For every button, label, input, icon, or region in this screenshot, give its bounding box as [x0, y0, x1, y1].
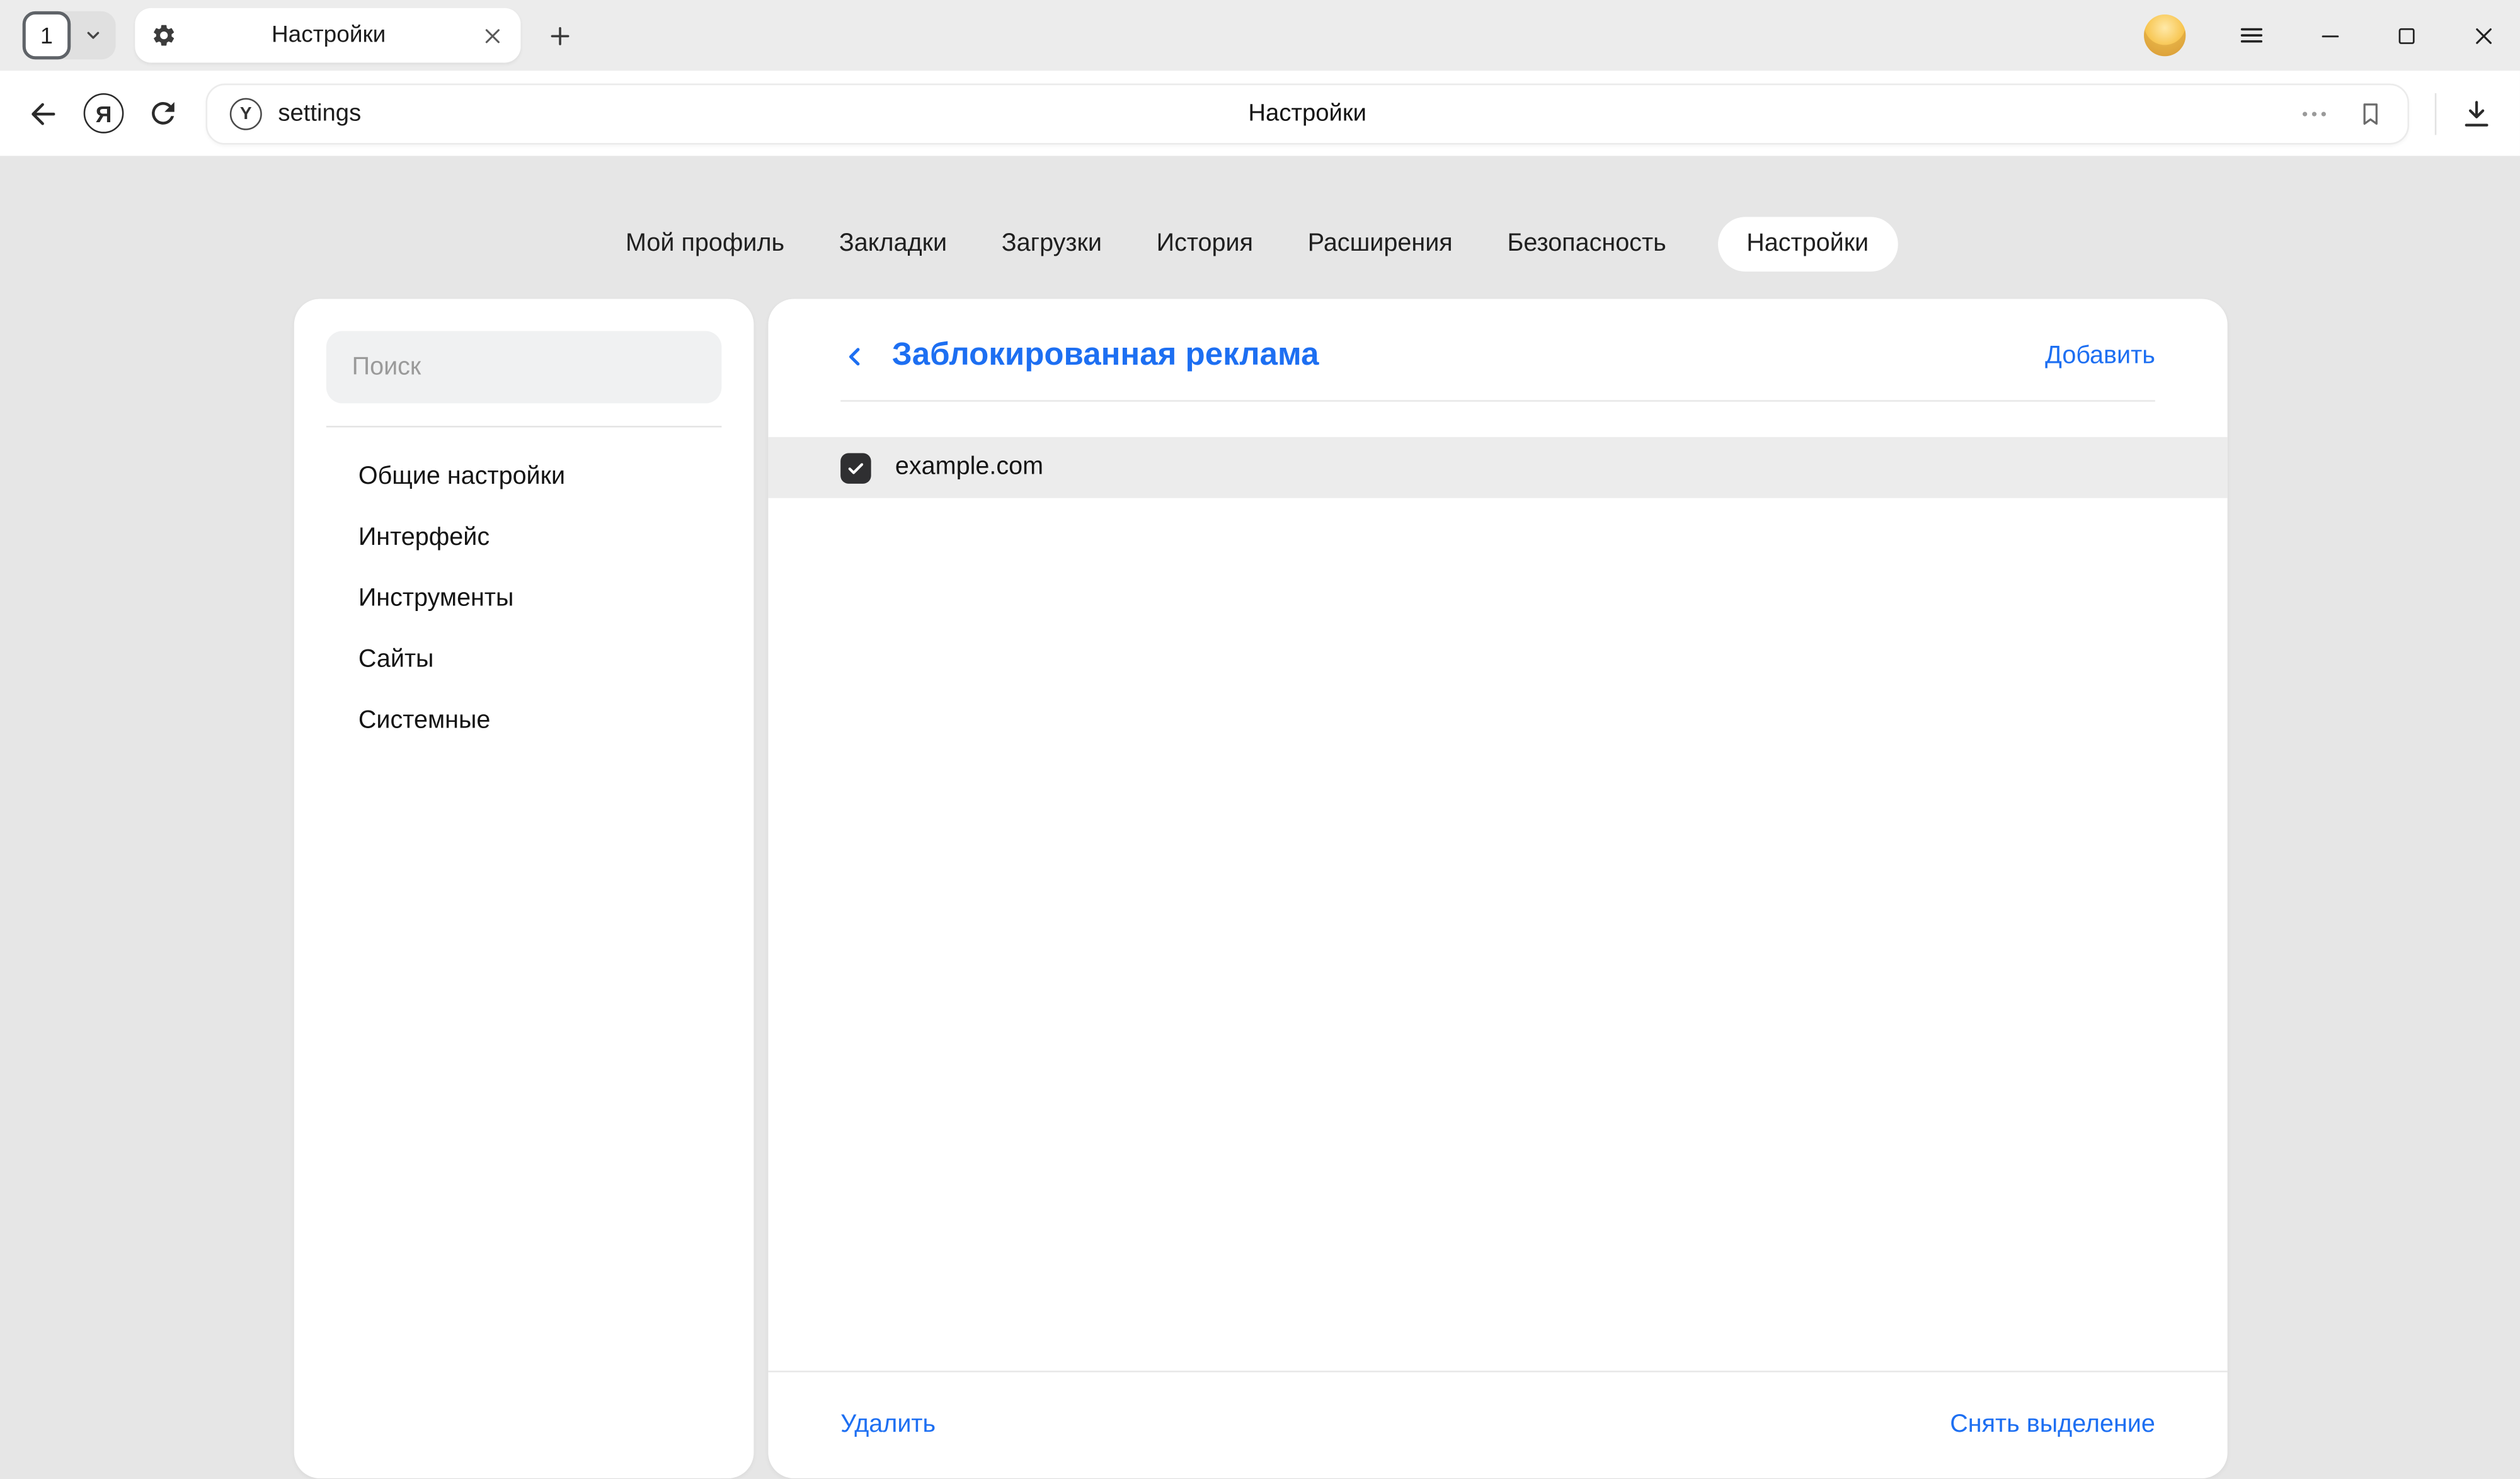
settings-content: Общие настройки Интерфейс Инструменты Са…	[294, 299, 2228, 1478]
sidebar-item-interface[interactable]: Интерфейс	[326, 508, 722, 569]
blocked-ads-list: example.com	[768, 437, 2227, 1371]
browser-window: 1 Настройки	[0, 0, 2520, 1478]
window-maximize-button[interactable]	[2395, 23, 2419, 47]
window-close-button[interactable]	[2470, 21, 2497, 49]
close-icon	[2470, 21, 2497, 49]
more-actions-button[interactable]	[2298, 97, 2330, 129]
new-tab-button[interactable]	[537, 13, 581, 57]
sidebar-item-sites[interactable]: Сайты	[326, 630, 722, 691]
bookmark-icon	[2356, 99, 2385, 128]
url-text[interactable]: settings	[278, 100, 361, 127]
nav-tab-bookmarks[interactable]: Закладки	[836, 217, 950, 271]
search-input[interactable]	[326, 331, 722, 404]
sidebar-menu: Общие настройки Интерфейс Инструменты Са…	[326, 447, 722, 752]
toolbar-divider	[2435, 93, 2437, 134]
address-bar-actions	[2298, 97, 2385, 129]
nav-tab-downloads[interactable]: Загрузки	[999, 217, 1105, 271]
sidebar-item-general[interactable]: Общие настройки	[326, 447, 722, 508]
sidebar-item-system[interactable]: Системные	[326, 691, 722, 752]
list-item[interactable]: example.com	[768, 437, 2227, 498]
gear-icon	[151, 23, 177, 49]
tab-group-count[interactable]: 1	[23, 11, 71, 60]
panel-title: Заблокированная реклама	[892, 338, 1319, 375]
window-controls	[2144, 14, 2497, 56]
row-domain: example.com	[895, 453, 1043, 482]
header-divider	[840, 400, 2155, 402]
minimize-icon	[2318, 23, 2344, 49]
browser-menu-button[interactable]	[2237, 21, 2266, 50]
back-button[interactable]	[26, 96, 61, 131]
panel-back-button[interactable]	[840, 341, 869, 370]
yandex-logo[interactable]: Я	[84, 93, 124, 134]
tab-title: Настройки	[177, 23, 481, 49]
chevron-down-icon	[84, 26, 103, 45]
settings-sidebar: Общие настройки Интерфейс Инструменты Са…	[294, 299, 754, 1478]
chevron-left-icon	[840, 341, 869, 370]
address-bar[interactable]: Y settings Настройки	[206, 83, 2409, 144]
tab-group-chevron-button[interactable]	[71, 11, 115, 60]
add-button[interactable]: Добавить	[2045, 341, 2155, 370]
plus-icon	[546, 21, 573, 49]
browser-tab-settings[interactable]: Настройки	[135, 8, 520, 63]
delete-button[interactable]: Удалить	[840, 1411, 936, 1440]
nav-tab-my-profile[interactable]: Мой профиль	[622, 217, 788, 271]
checkmark-icon	[845, 457, 866, 478]
maximize-icon	[2395, 23, 2419, 47]
ellipsis-icon	[2298, 97, 2330, 129]
refresh-button[interactable]	[146, 96, 180, 130]
browser-toolbar: Я Y settings Настройки	[0, 71, 2520, 156]
tab-strip: 1 Настройки	[0, 0, 2520, 71]
nav-tab-settings[interactable]: Настройки	[1717, 217, 1898, 271]
url-site-icon: Y	[230, 97, 262, 129]
sidebar-divider	[326, 426, 722, 428]
page-title: Настройки	[207, 100, 2407, 127]
row-checkbox[interactable]	[840, 452, 871, 483]
bookmark-button[interactable]	[2356, 99, 2385, 128]
hamburger-menu-icon	[2237, 21, 2266, 50]
blocked-ads-panel: Заблокированная реклама Добавить example…	[768, 299, 2227, 1478]
window-minimize-button[interactable]	[2318, 23, 2344, 49]
nav-tab-extensions[interactable]: Расширения	[1305, 217, 1456, 271]
profile-avatar[interactable]	[2144, 14, 2185, 56]
deselect-button[interactable]: Снять выделение	[1950, 1411, 2155, 1440]
tab-close-button[interactable]	[481, 23, 505, 47]
settings-nav: Мой профиль Закладки Загрузки История Ра…	[0, 214, 2520, 275]
tab-group-control[interactable]: 1	[23, 11, 116, 60]
nav-tab-security[interactable]: Безопасность	[1504, 217, 1669, 271]
panel-footer: Удалить Снять выделение	[768, 1371, 2227, 1478]
arrow-left-icon	[26, 96, 61, 131]
panel-header: Заблокированная реклама Добавить	[768, 299, 2227, 374]
sidebar-item-tools[interactable]: Инструменты	[326, 569, 722, 630]
refresh-icon	[146, 96, 180, 130]
download-icon	[2459, 96, 2494, 131]
downloads-button[interactable]	[2459, 96, 2494, 131]
nav-tab-history[interactable]: История	[1154, 217, 1257, 271]
